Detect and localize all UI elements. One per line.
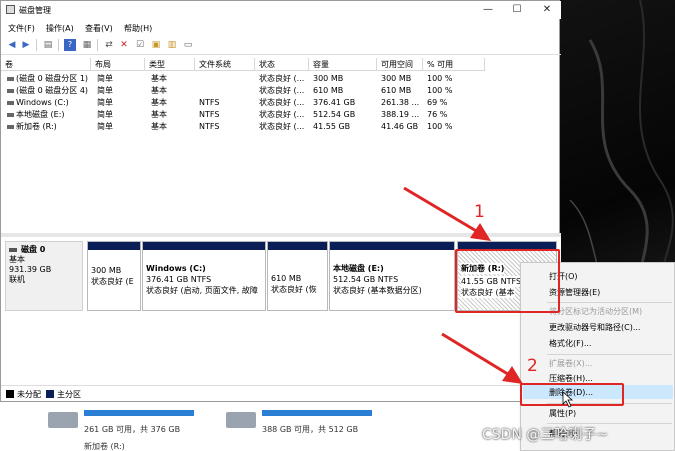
arrowhead-step-1 xyxy=(470,223,491,241)
annotation-arrows xyxy=(403,186,574,408)
arrow-step-1 xyxy=(403,186,479,234)
arrow-step-2 xyxy=(441,332,512,378)
arrowhead-step-2 xyxy=(502,366,523,384)
watermark-text: CSDN @三哈喇子~ xyxy=(482,427,609,443)
mouse-cursor-icon xyxy=(562,391,574,408)
